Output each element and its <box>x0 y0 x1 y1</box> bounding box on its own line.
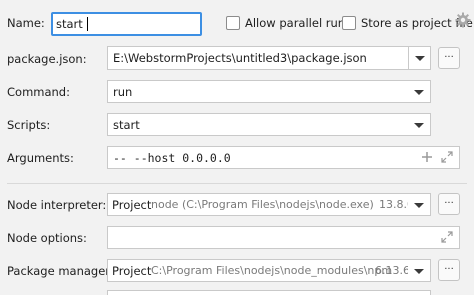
scripts-value: start <box>113 118 140 132</box>
node-interpreter-path: node (C:\Program Files\nodejs\node.exe) <box>151 198 374 211</box>
package-json-combobox[interactable]: E:\WebstormProjects\untitled3\package.js… <box>107 46 431 70</box>
command-select[interactable]: run <box>107 80 431 103</box>
package-manager-browse-button[interactable]: ... <box>438 259 460 281</box>
package-json-dropdown-arrow[interactable] <box>408 47 430 69</box>
command-label: Command: <box>7 85 70 99</box>
next-field-partial <box>107 290 431 295</box>
name-input[interactable]: start <box>51 12 202 36</box>
allow-parallel-checkbox[interactable] <box>226 16 240 30</box>
scripts-select[interactable]: start <box>107 113 431 136</box>
package-manager-name: Project <box>112 264 152 278</box>
node-options-expand-icon[interactable] <box>441 230 453 247</box>
node-interpreter-name: Project <box>112 198 152 212</box>
add-icon[interactable] <box>421 150 433 167</box>
package-manager-version: 6.13.6 <box>375 264 410 277</box>
name-value: start <box>56 17 83 31</box>
node-options-input[interactable] <box>107 226 460 249</box>
expand-icon[interactable] <box>441 150 453 167</box>
scripts-dropdown-arrow[interactable] <box>408 114 430 135</box>
package-json-browse-button[interactable]: ... <box>438 47 460 69</box>
arguments-label: Arguments: <box>7 151 74 165</box>
section-divider <box>7 183 467 184</box>
allow-parallel-label[interactable]: Allow parallel run <box>245 16 345 30</box>
node-interpreter-combobox[interactable]: Project node (C:\Program Files\nodejs\no… <box>107 193 431 216</box>
package-manager-combobox[interactable]: Project C:\Program Files\nodejs\node_mod… <box>107 259 431 282</box>
package-manager-label: Package manager: <box>7 264 114 278</box>
package-manager-path: C:\Program Files\nodejs\node_modules\npm <box>151 264 393 277</box>
node-interpreter-dropdown-arrow[interactable] <box>408 194 430 215</box>
name-label: Name: <box>7 16 45 30</box>
arguments-value: -- --host 0.0.0.0 <box>113 151 231 165</box>
package-json-label: package.json: <box>7 52 87 66</box>
text-cursor <box>87 17 88 31</box>
command-value: run <box>113 85 133 99</box>
command-dropdown-arrow[interactable] <box>408 81 430 102</box>
package-manager-dropdown-arrow[interactable] <box>408 260 430 281</box>
node-interpreter-browse-button[interactable]: ... <box>438 193 460 215</box>
settings-gear-icon[interactable] <box>455 12 471 31</box>
package-json-value: E:\WebstormProjects\untitled3\package.js… <box>113 51 367 65</box>
node-interpreter-label: Node interpreter: <box>7 198 107 212</box>
node-options-label: Node options: <box>7 231 87 245</box>
arguments-input[interactable]: -- --host 0.0.0.0 <box>107 146 460 169</box>
scripts-label: Scripts: <box>7 118 51 132</box>
store-as-file-checkbox[interactable] <box>342 16 356 30</box>
